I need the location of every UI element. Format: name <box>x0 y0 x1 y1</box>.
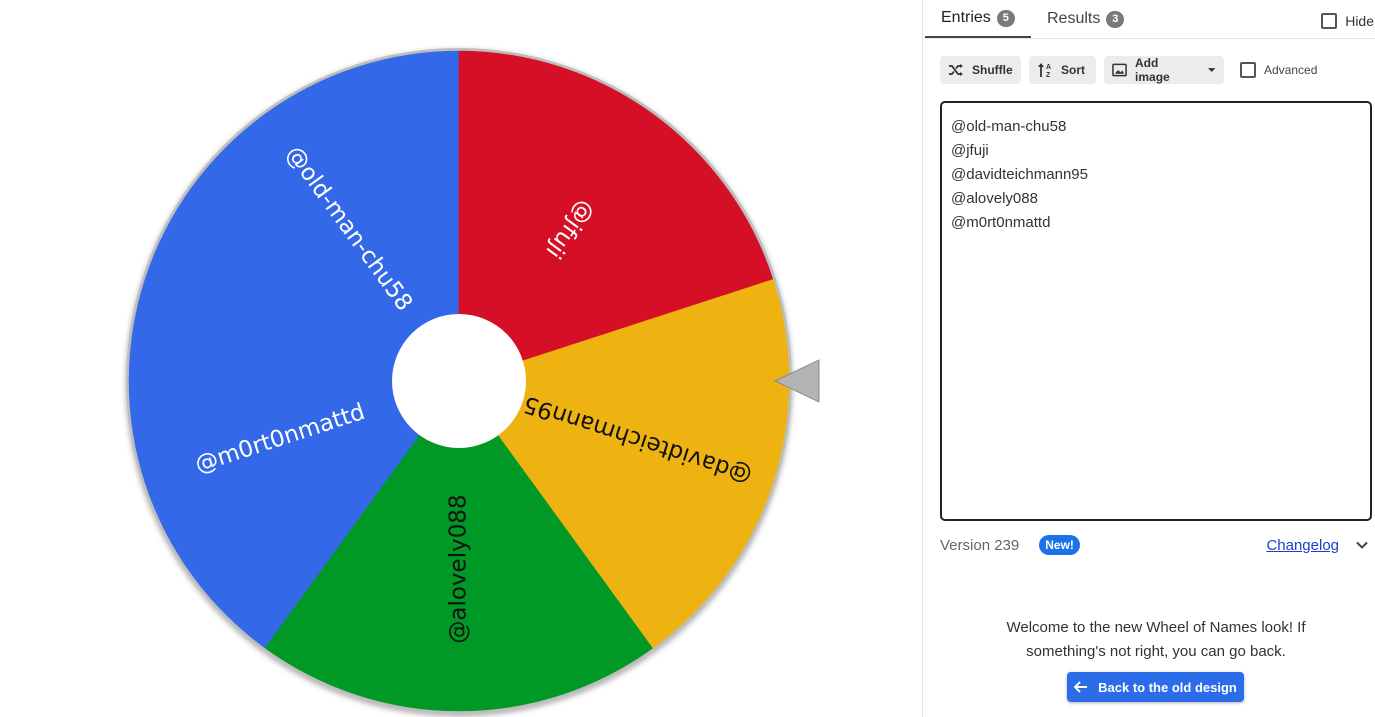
entries-toolbar: Shuffle A Z Sort Add image Advanced <box>940 56 1317 84</box>
tab-entries[interactable]: Entries 5 <box>925 0 1031 38</box>
shuffle-icon <box>949 64 963 76</box>
sort-label: Sort <box>1061 63 1085 77</box>
tab-results-count: 3 <box>1106 10 1125 28</box>
svg-text:A: A <box>1046 64 1051 71</box>
svg-text:Z: Z <box>1046 72 1051 78</box>
add-image-label: Add image <box>1135 56 1170 84</box>
sort-icon: A Z <box>1038 63 1051 78</box>
wheel-area: @old-man-chu58 @m0rt0nmattd @alovely088 @da… <box>0 0 922 717</box>
add-image-button[interactable]: Add image <box>1104 56 1224 84</box>
arrow-left-icon <box>1074 681 1088 693</box>
advanced-label: Advanced <box>1264 63 1318 77</box>
entry-line: @jfuji <box>951 142 989 159</box>
tab-results[interactable]: Results 3 <box>1047 0 1125 38</box>
entry-line: @davidteichmann95 <box>951 166 1088 183</box>
back-to-old-design-button[interactable]: Back to the old design <box>1067 672 1244 702</box>
sort-button[interactable]: A Z Sort <box>1029 56 1096 84</box>
welcome-message: Welcome to the new Wheel of Names look! … <box>923 616 1375 664</box>
welcome-line-1: Welcome to the new Wheel of Names look! … <box>1006 619 1306 636</box>
hide-label: Hide <box>1345 13 1374 29</box>
back-button-label: Back to the old design <box>1098 679 1237 695</box>
entries-textarea[interactable]: @old-man-chu58 @jfuji @davidteichmann95 … <box>940 101 1372 521</box>
welcome-line-2: something's not right, you can go back. <box>1026 643 1286 660</box>
hide-checkbox[interactable] <box>1321 13 1338 29</box>
caret-down-icon <box>1207 68 1216 72</box>
entry-line: @old-man-chu58 <box>951 118 1067 135</box>
tab-entries-count: 5 <box>996 9 1015 27</box>
tab-entries-label: Entries <box>941 9 991 26</box>
shuffle-label: Shuffle <box>972 63 1013 77</box>
wheel-center-hub[interactable] <box>392 314 526 448</box>
chevron-down-icon[interactable] <box>1354 537 1370 553</box>
image-icon <box>1112 63 1127 77</box>
shuffle-button[interactable]: Shuffle <box>940 56 1021 84</box>
changelog-link[interactable]: Changelog <box>1266 537 1339 554</box>
entry-line: @m0rt0nmattd <box>951 214 1051 231</box>
version-row: Version 239 New! Changelog <box>940 532 1372 558</box>
tab-results-label: Results <box>1047 10 1101 27</box>
tab-bar: Entries 5 Results 3 Hide <box>923 0 1375 39</box>
advanced-toggle[interactable]: Advanced <box>1240 62 1317 78</box>
hide-toggle[interactable]: Hide <box>1321 13 1374 29</box>
advanced-checkbox[interactable] <box>1240 62 1256 78</box>
entry-line: @alovely088 <box>951 190 1038 207</box>
pointer-arrow-icon <box>773 359 820 403</box>
side-panel: Entries 5 Results 3 Hide Shuffle A Z Sor… <box>922 0 1375 717</box>
wheel-slice-label: @alovely088 <box>446 494 472 643</box>
version-label: Version 239 <box>940 536 1020 554</box>
new-badge: New! <box>1039 535 1080 555</box>
